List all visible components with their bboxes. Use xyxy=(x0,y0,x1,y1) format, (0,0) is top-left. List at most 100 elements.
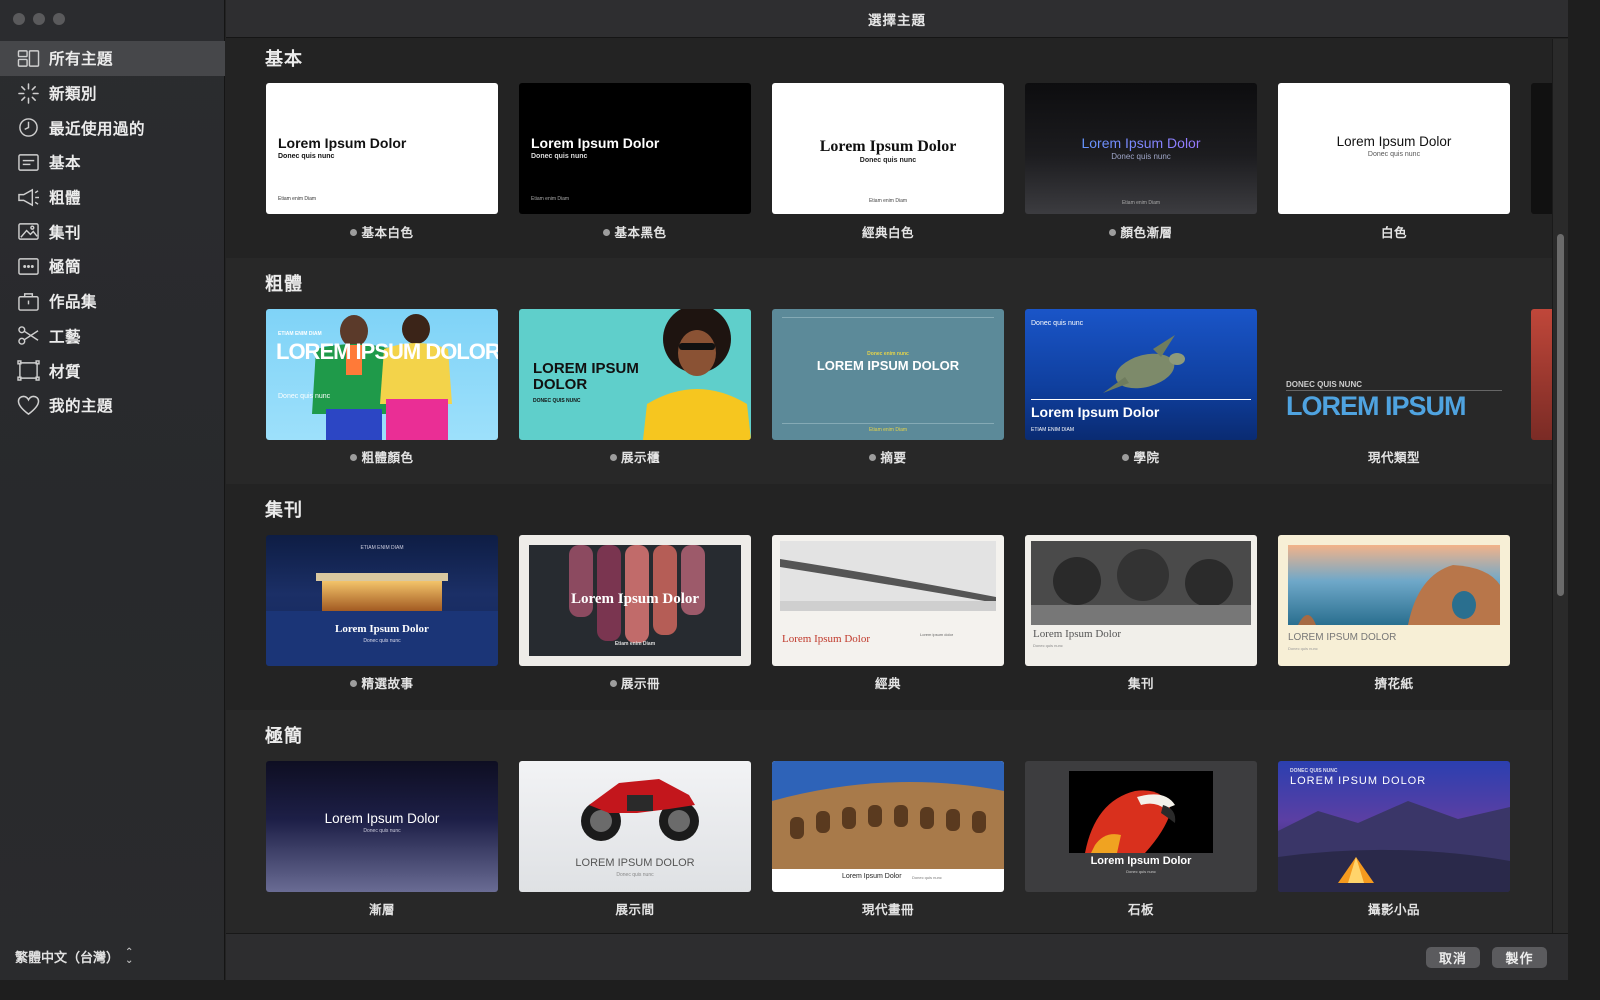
thumb-subtitle: Donec quis nunc xyxy=(1288,646,1318,651)
theme-thumbnail-academy[interactable]: Donec quis nunc Lorem Ipsum Dolor ETIAM … xyxy=(1025,309,1257,440)
create-button[interactable]: 製作 xyxy=(1492,947,1547,968)
window-controls xyxy=(13,13,65,25)
sidebar-item-basic[interactable]: 基本 xyxy=(0,145,225,180)
photo-frame: Lorem Ipsum Dolor Etiam enim Diam xyxy=(529,545,741,656)
thumb-footer: ETIAM ENIM DIAM xyxy=(360,545,404,551)
theme-name: 攝影小品 xyxy=(1367,902,1420,917)
thumb-title: Lorem Ipsum Dolor xyxy=(1031,404,1160,420)
texture-frame-icon xyxy=(16,360,40,382)
theme-thumbnail-bold-color[interactable]: LOREM IPSUM DOLOR Donec quis nunc ETIAM … xyxy=(266,309,498,440)
theme-thumbnail-lookbook[interactable]: Lorem Ipsum Dolor Etiam enim Diam xyxy=(519,535,751,666)
close-window-button[interactable] xyxy=(13,13,25,25)
thumb-title: Lorem Ipsum Dolor xyxy=(842,873,902,880)
scissors-icon xyxy=(16,325,40,347)
sidebar-item-label: 最近使用過的 xyxy=(49,119,146,138)
thumb-subtitle: Donec quis nunc xyxy=(1033,643,1063,648)
theme-name: 精選故事 xyxy=(266,673,498,692)
thumb-subtitle: Donec quis nunc xyxy=(363,638,401,644)
sidebar-item-recent[interactable]: 最近使用過的 xyxy=(0,110,225,145)
sidebar-item-all-themes[interactable]: 所有主題 xyxy=(0,41,225,76)
divider xyxy=(782,423,994,424)
sidebar-item-portfolio[interactable]: 作品集 xyxy=(0,284,225,319)
category-list: 所有主題 新類別 最近使用過的 基本 粗體 集刊 極簡 作品集 工藝 材質 我的… xyxy=(0,41,225,423)
thumb-subtitle: Donec quis nunc xyxy=(859,157,917,164)
clock-icon xyxy=(16,117,40,139)
thumb-subtitle: Donec quis nunc xyxy=(278,153,335,160)
dot-icon xyxy=(603,229,611,236)
theme-gallery[interactable]: 基本 Lorem Ipsum Dolor Donec quis nunc Eti… xyxy=(226,39,1552,933)
minimize-window-button[interactable] xyxy=(33,13,45,25)
theme-thumbnail-color-gradient[interactable]: Lorem Ipsum Dolor Donec quis nunc Etiam … xyxy=(1025,83,1257,214)
theme-name: 展示間 xyxy=(615,902,655,917)
sidebar-item-my-themes[interactable]: 我的主題 xyxy=(0,388,225,423)
thumb-footer: Etiam enim Diam xyxy=(1121,200,1161,206)
thumb-title: Lorem Ipsum Dolor xyxy=(570,591,700,607)
section-editorial: 集刊 ETIAM ENIM DIAM Lorem Ipsum Dolor Don… xyxy=(226,484,1552,710)
theme-thumbnail-basic-white[interactable]: Lorem Ipsum Dolor Donec quis nunc Etiam … xyxy=(266,83,498,214)
sidebar-item-new[interactable]: 新類別 xyxy=(0,76,225,111)
bottom-bar: 取消 製作 xyxy=(226,933,1568,980)
theme-name: 漸層 xyxy=(368,902,395,917)
sidebar-item-bold[interactable]: 粗體 xyxy=(0,180,225,215)
sidebar-item-label: 集刊 xyxy=(49,223,82,242)
thumb-title: Lorem Ipsum Dolor xyxy=(819,138,957,155)
sidebar-item-editorial[interactable]: 集刊 xyxy=(0,214,225,249)
theme-thumbnail-basic-black[interactable]: Lorem Ipsum Dolor Donec quis nunc Etiam … xyxy=(519,83,751,214)
thumb-footer: Etiam enim Diam xyxy=(868,198,908,204)
sidebar-item-label: 粗體 xyxy=(49,189,82,208)
theme-thumbnail-marbled-paper[interactable]: LOREM IPSUM DOLOR Donec quis nunc xyxy=(1278,535,1510,666)
theme-name: 集刊 xyxy=(1127,676,1154,691)
thumb-subtitle: Donec quis nunc xyxy=(1126,869,1156,874)
thumb-subtitle: DONEC QUIS NUNC xyxy=(1286,380,1363,389)
thumb-title: Lorem Ipsum Dolor xyxy=(1336,134,1452,149)
sidebar-item-label: 新類別 xyxy=(49,85,98,104)
sidebar-item-texture[interactable]: 材質 xyxy=(0,353,225,388)
theme-thumbnail-white[interactable]: Lorem Ipsum Dolor Donec quis nunc xyxy=(1278,83,1510,214)
theme-thumbnail-showroom[interactable]: LOREM IPSUM DOLOR Donec quis nunc xyxy=(519,761,751,892)
thumb-footer: Etiam enim Diam xyxy=(531,196,570,202)
theme-thumbnail-classic-white[interactable]: Lorem Ipsum Dolor Donec quis nunc Etiam … xyxy=(772,83,1004,214)
divider xyxy=(1031,399,1251,400)
theme-thumbnail-slate[interactable]: Lorem Ipsum Dolor Donec quis nunc xyxy=(1025,761,1257,892)
thumb-title: Lorem Ipsum Dolor xyxy=(335,623,429,635)
theme-thumbnail-showcase[interactable]: LOREM IPSUM DOLOR DONEC QUIS NUNC xyxy=(519,309,751,440)
thumb-subtitle: DONEC QUIS NUNC xyxy=(533,398,581,404)
thumb-subtitle: Donec quis nunc xyxy=(278,393,331,400)
thumb-subtitle: Donec quis nunc xyxy=(912,875,942,880)
sidebar-item-label: 我的主題 xyxy=(49,397,114,416)
sidebar-item-minimal[interactable]: 極簡 xyxy=(0,249,225,284)
thumb-title: LOREM IPSUM DOLOR xyxy=(276,339,498,364)
dot-icon xyxy=(1122,454,1130,461)
cancel-button[interactable]: 取消 xyxy=(1426,947,1480,968)
theme-thumbnail-editorial[interactable]: Lorem Ipsum Dolor Donec quis nunc xyxy=(1025,535,1257,666)
language-selector[interactable]: 繁體中文（台灣） ⌃ ⌄ xyxy=(15,947,133,966)
theme-thumbnail-summary[interactable]: Donec enim nunc LOREM IPSUM DOLOR Etiam … xyxy=(772,309,1004,440)
theme-thumbnail-gradient[interactable]: Lorem Ipsum Dolor Donec quis nunc xyxy=(266,761,498,892)
theme-chooser-window: 所有主題 新類別 最近使用過的 基本 粗體 集刊 極簡 作品集 工藝 材質 我的… xyxy=(0,0,1568,980)
zoom-window-button[interactable] xyxy=(53,13,65,25)
thumb-footer: Etiam enim Diam xyxy=(868,427,908,433)
window-title: 選擇主題 xyxy=(868,12,926,29)
scrollbar-thumb[interactable] xyxy=(1557,234,1564,596)
theme-thumbnail-classic[interactable]: Lorem Ipsum Dolor Lorem ipsum dolor xyxy=(772,535,1004,666)
next-theme-peek[interactable] xyxy=(1531,83,1552,214)
theme-thumbnail-modern-portfolio[interactable]: Lorem Ipsum Dolor Donec quis nunc xyxy=(772,761,1004,892)
thumb-subtitle: Donec quis nunc xyxy=(363,828,401,834)
title-bar: 選擇主題 xyxy=(226,0,1568,38)
theme-name: 經典白色 xyxy=(861,225,914,240)
next-theme-peek[interactable] xyxy=(1531,309,1552,440)
vertical-scrollbar[interactable] xyxy=(1552,39,1568,933)
thumb-title: Lorem Ipsum Dolor xyxy=(278,135,407,151)
theme-thumbnail-featured-story[interactable]: ETIAM ENIM DIAM Lorem Ipsum Dolor Donec … xyxy=(266,535,498,666)
section-title: 極簡 xyxy=(265,726,303,747)
theme-thumbnail-photo-essay[interactable]: DONEC QUIS NUNC LOREM IPSUM DOLOR xyxy=(1278,761,1510,892)
theme-name: 粗體顏色 xyxy=(266,447,498,466)
sidebar-item-label: 材質 xyxy=(49,362,82,381)
thumb-title: Lorem Ipsum Dolor xyxy=(531,135,660,151)
sidebar-item-craft[interactable]: 工藝 xyxy=(0,319,225,354)
thumb-title: Lorem Ipsum Dolor xyxy=(1090,855,1192,867)
thumb-subtitle: Donec quis nunc xyxy=(616,872,654,878)
thumb-subtitle: Donec quis nunc xyxy=(531,153,588,160)
language-label: 繁體中文（台灣） xyxy=(15,951,120,966)
theme-thumbnail-modern-type[interactable]: DONEC QUIS NUNC LOREM IPSUM xyxy=(1278,309,1510,440)
